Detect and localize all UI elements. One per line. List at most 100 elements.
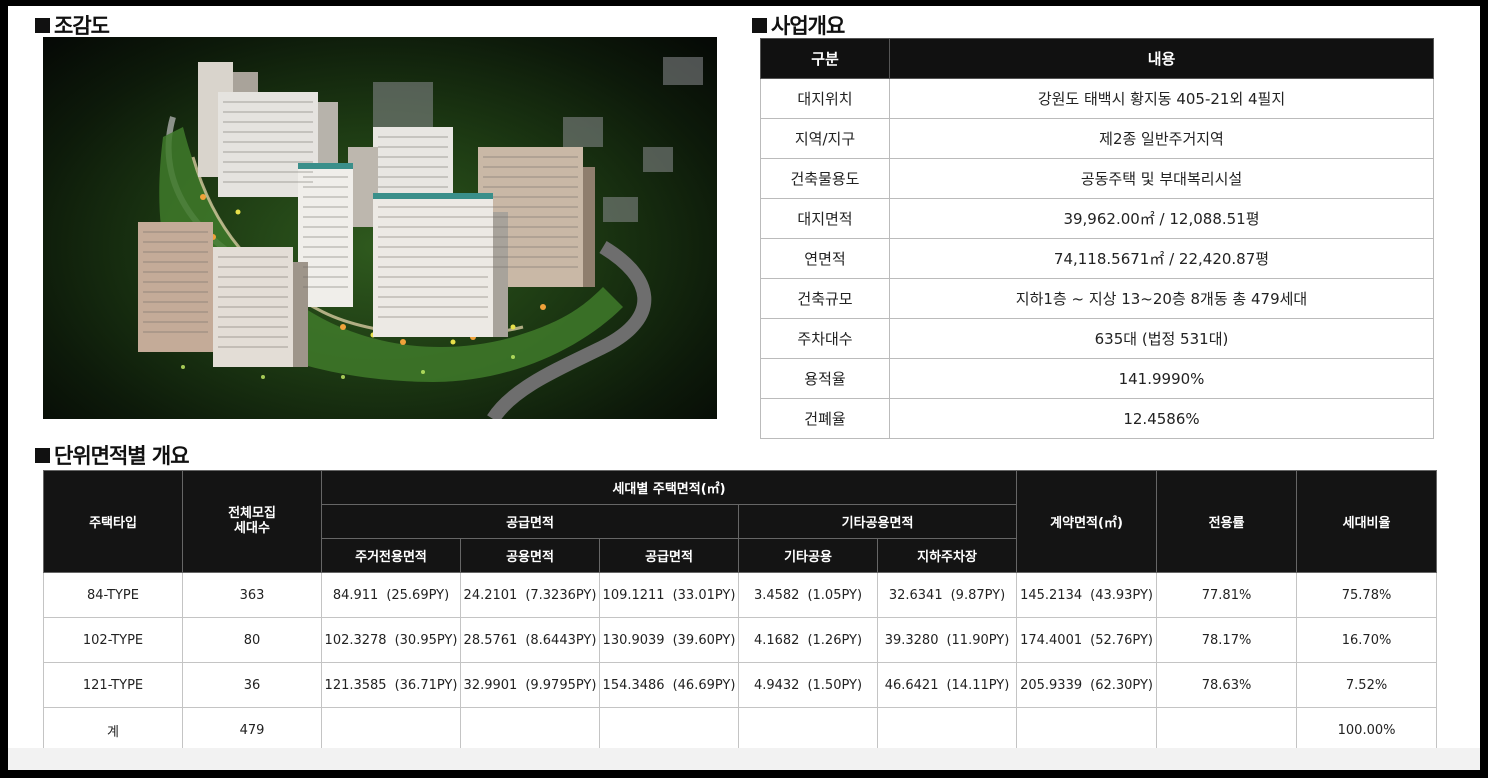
cell-parking: 46.6421 (14.11PY) <box>876 662 1018 708</box>
overview-value: 39,962.00㎡ / 12,088.51평 <box>889 198 1434 239</box>
cell-units: 80 <box>182 617 322 663</box>
cell-residential: 102.3278 (30.95PY) <box>321 617 461 663</box>
overview-label: 건축규모 <box>760 278 890 319</box>
cell-supply: 130.9039 (39.60PY) <box>599 617 739 663</box>
cell-empty <box>1016 707 1158 753</box>
overview-row: 지역/지구 제2종 일반주거지역 <box>760 118 1434 159</box>
overview-header-category: 구분 <box>760 38 890 79</box>
overview-row: 대지위치 강원도 태백시 황지동 405-21외 4필지 <box>760 78 1434 119</box>
cell-parking: 32.6341 (9.87PY) <box>876 572 1018 618</box>
overview-section-title: 사업개요 <box>752 10 845 40</box>
header-household-area: 세대별 주택면적(㎡) <box>320 470 1018 505</box>
table-row: 84-TYPE 363 84.911 (25.69PY) 24.2101 (7.32… <box>43 572 1438 618</box>
cell-total-label: 계 <box>43 707 183 753</box>
cell-other-common: 4.1682 (1.26PY) <box>738 617 878 663</box>
cell-contract: 205.9339 (62.30PY) <box>1016 662 1158 708</box>
cell-supply: 109.1211 (33.01PY) <box>599 572 739 618</box>
cell-common: 28.5761 (8.6443PY) <box>460 617 600 663</box>
table-row: 102-TYPE 80 102.3278 (30.95PY) 28.5761 (8.… <box>43 617 1438 663</box>
footer-band <box>8 748 1480 770</box>
aerial-title-text: 조감도 <box>54 14 110 38</box>
overview-label: 대지면적 <box>760 198 890 239</box>
overview-row: 주차대수 635대 (법정 531대) <box>760 318 1434 359</box>
overview-value: 제2종 일반주거지역 <box>889 118 1434 159</box>
overview-row: 건폐율 12.4586% <box>760 398 1434 439</box>
cell-type: 102-TYPE <box>43 617 183 663</box>
header-residential-area: 주거전용면적 <box>321 538 461 573</box>
cell-residential: 121.3585 (36.71PY) <box>321 662 461 708</box>
cell-type: 121-TYPE <box>43 662 183 708</box>
overview-header-content: 내용 <box>889 38 1434 79</box>
cell-ratio: 7.52% <box>1296 662 1438 708</box>
table-total-row: 계 479 100.00% <box>43 707 1438 753</box>
page: 조감도 사업개요 구분 내용 대지위치 강원도 태백시 황지동 405-21외 … <box>8 6 1480 770</box>
aerial-section-title: 조감도 <box>35 10 110 40</box>
area-header-row: 주택타입 전체모집 세대수 세대별 주택면적(㎡) 계약면적(㎡) 전용률 세대… <box>43 470 1438 573</box>
cell-other-common: 4.9432 (1.50PY) <box>738 662 878 708</box>
cell-empty <box>460 707 600 753</box>
header-underground-parking: 지하주차장 <box>876 538 1018 573</box>
overview-value: 공동주택 및 부대복리시설 <box>889 158 1434 199</box>
header-supply-group: 공급면적 <box>321 504 739 539</box>
header-total-units: 전체모집 세대수 <box>182 470 322 573</box>
header-common-area: 공용면적 <box>460 538 600 573</box>
overview-value: 12.4586% <box>889 398 1434 439</box>
header-other-common: 기타공용 <box>738 538 878 573</box>
overview-row: 건축규모 지하1층 ~ 지상 13~20층 8개동 총 479세대 <box>760 278 1434 319</box>
cell-total-units: 479 <box>182 707 322 753</box>
overview-row: 용적율 141.9990% <box>760 358 1434 399</box>
header-housing-type: 주택타입 <box>43 470 183 573</box>
table-row: 121-TYPE 36 121.3585 (36.71PY) 32.9901 (9.… <box>43 662 1438 708</box>
cell-contract: 174.4001 (52.76PY) <box>1016 617 1158 663</box>
cell-contract: 145.2134 (43.93PY) <box>1016 572 1158 618</box>
overview-row: 대지면적 39,962.00㎡ / 12,088.51평 <box>760 198 1434 239</box>
cell-other-common: 3.4582 (1.05PY) <box>738 572 878 618</box>
aerial-view-image <box>43 37 717 419</box>
square-bullet-icon <box>35 447 50 463</box>
cell-empty <box>1156 707 1298 753</box>
project-overview-table: 구분 내용 대지위치 강원도 태백시 황지동 405-21외 4필지 지역/지구… <box>760 38 1434 439</box>
overview-title-text: 사업개요 <box>771 14 845 38</box>
cell-type: 84-TYPE <box>43 572 183 618</box>
overview-label: 건폐율 <box>760 398 890 439</box>
overview-value: 141.9990% <box>889 358 1434 399</box>
cell-empty <box>599 707 739 753</box>
header-contract-area: 계약면적(㎡) <box>1016 470 1158 573</box>
overview-value: 635대 (법정 531대) <box>889 318 1434 359</box>
unit-area-table: 주택타입 전체모집 세대수 세대별 주택면적(㎡) 계약면적(㎡) 전용률 세대… <box>43 470 1438 753</box>
cell-residential: 84.911 (25.69PY) <box>321 572 461 618</box>
overview-value: 74,118.5671㎡ / 22,420.87평 <box>889 238 1434 279</box>
cell-empty <box>321 707 461 753</box>
header-other-common-group: 기타공용면적 <box>737 504 1018 539</box>
header-exclusive-rate: 전용률 <box>1156 470 1298 573</box>
cell-ratio: 16.70% <box>1296 617 1438 663</box>
cell-supply: 154.3486 (46.69PY) <box>599 662 739 708</box>
overview-row: 건축물용도 공동주택 및 부대복리시설 <box>760 158 1434 199</box>
area-section-title: 단위면적별 개요 <box>35 440 190 470</box>
cell-units: 363 <box>182 572 322 618</box>
overview-label: 지역/지구 <box>760 118 890 159</box>
square-bullet-icon <box>35 17 50 33</box>
overview-label: 건축물용도 <box>760 158 890 199</box>
area-title-text: 단위면적별 개요 <box>54 444 190 468</box>
overview-label: 대지위치 <box>760 78 890 119</box>
cell-exclusive-rate: 78.17% <box>1156 617 1298 663</box>
square-bullet-icon <box>752 17 767 33</box>
cell-common: 24.2101 (7.3236PY) <box>460 572 600 618</box>
cell-common: 32.9901 (9.9795PY) <box>460 662 600 708</box>
overview-label: 용적율 <box>760 358 890 399</box>
cell-parking: 39.3280 (11.90PY) <box>876 617 1018 663</box>
cell-ratio: 75.78% <box>1296 572 1438 618</box>
cell-empty <box>876 707 1018 753</box>
cell-exclusive-rate: 78.63% <box>1156 662 1298 708</box>
overview-value: 강원도 태백시 황지동 405-21외 4필지 <box>889 78 1434 119</box>
overview-row: 연면적 74,118.5671㎡ / 22,420.87평 <box>760 238 1434 279</box>
cell-total-ratio: 100.00% <box>1296 707 1438 753</box>
overview-label: 연면적 <box>760 238 890 279</box>
overview-value: 지하1층 ~ 지상 13~20층 8개동 총 479세대 <box>889 278 1434 319</box>
cell-exclusive-rate: 77.81% <box>1156 572 1298 618</box>
cell-units: 36 <box>182 662 322 708</box>
header-household-ratio: 세대비율 <box>1296 470 1438 573</box>
overview-header-row: 구분 내용 <box>760 38 1434 79</box>
header-supply-area: 공급면적 <box>599 538 739 573</box>
